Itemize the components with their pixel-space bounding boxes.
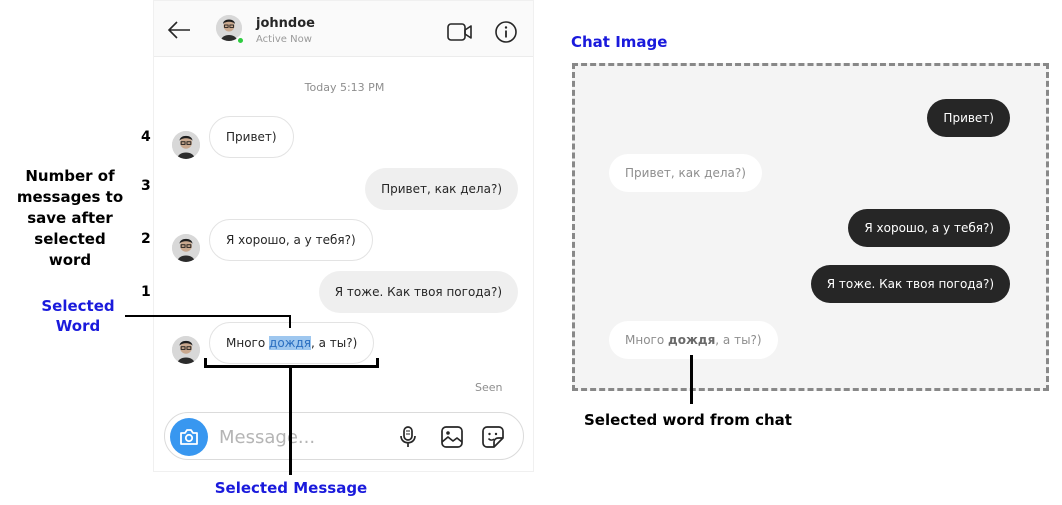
selected-message-pointer bbox=[289, 367, 292, 475]
chat-header: johndoe Active Now bbox=[154, 1, 533, 57]
selected-word-caption: Selected word from chat bbox=[584, 411, 792, 429]
message-bubble-incoming: Привет, как дела?) bbox=[609, 154, 762, 192]
message-input[interactable] bbox=[217, 425, 377, 449]
messages-to-save-note: Number of messages to save after selecte… bbox=[16, 167, 124, 269]
message-count-label: 1 bbox=[141, 284, 151, 300]
message-text: Много bbox=[625, 333, 669, 347]
online-status-dot bbox=[236, 36, 245, 45]
sticker-icon[interactable] bbox=[481, 425, 505, 449]
active-status: Active Now bbox=[256, 34, 312, 45]
chat-username[interactable]: johndoe bbox=[256, 16, 315, 31]
selected-message-bracket bbox=[204, 358, 207, 368]
message-text: , а ты?) bbox=[715, 333, 762, 347]
video-call-icon[interactable] bbox=[446, 21, 474, 43]
avatar[interactable] bbox=[172, 131, 200, 159]
avatar[interactable] bbox=[172, 336, 200, 364]
message-count-label: 4 bbox=[141, 129, 151, 145]
message-bubble-incoming[interactable]: Я хорошо, а у тебя?) bbox=[209, 219, 373, 261]
message-bubble-outgoing: Я хорошо, а у тебя?) bbox=[848, 209, 1010, 247]
selected-message-bracket bbox=[376, 358, 379, 368]
message-timestamp: Today 5:13 PM bbox=[304, 81, 385, 94]
camera-button[interactable] bbox=[170, 418, 208, 456]
chat-image-title: Chat Image bbox=[571, 33, 668, 51]
message-bubble-outgoing[interactable]: Я тоже. Как твоя погода?) bbox=[318, 271, 518, 313]
selected-word-pointer bbox=[125, 315, 291, 317]
message-bubble-outgoing[interactable]: Привет, как дела?) bbox=[365, 168, 518, 210]
selected-word-pointer bbox=[690, 355, 693, 404]
selected-message-bubble[interactable]: Много дождя, а ты?) bbox=[209, 322, 375, 364]
message-bubble-incoming[interactable]: Привет) bbox=[209, 116, 294, 158]
camera-icon bbox=[180, 429, 198, 445]
message-composer bbox=[164, 412, 524, 460]
info-icon[interactable] bbox=[494, 20, 518, 44]
message-bubble-outgoing: Я тоже. Как твоя погода?) bbox=[810, 265, 1010, 303]
selected-word-label: Selected Word bbox=[41, 297, 115, 335]
seen-indicator: Seen bbox=[475, 381, 503, 394]
image-icon[interactable] bbox=[440, 425, 464, 449]
message-count-label: 2 bbox=[141, 231, 151, 247]
message-bubble-outgoing: Привет) bbox=[927, 99, 1010, 137]
message-text: Много bbox=[226, 336, 270, 350]
selected-message-label: Selected Message bbox=[214, 479, 368, 497]
selected-word-highlight[interactable]: дождя bbox=[269, 336, 311, 350]
selected-word-pointer bbox=[289, 315, 291, 328]
avatar[interactable] bbox=[172, 234, 200, 262]
back-arrow-icon[interactable] bbox=[166, 20, 192, 40]
chat-window: johndoe Active Now Today 5:13 PM Привет)… bbox=[153, 0, 534, 472]
selected-word-bold: дождя bbox=[668, 333, 716, 347]
selected-message-bubble: Много дождя, а ты?) bbox=[609, 321, 778, 359]
message-count-label: 3 bbox=[141, 178, 151, 194]
microphone-icon[interactable] bbox=[398, 425, 418, 449]
message-text: , а ты?) bbox=[310, 336, 358, 350]
chat-image-preview: Привет) Привет, как дела?) Я хорошо, а у… bbox=[572, 63, 1049, 391]
